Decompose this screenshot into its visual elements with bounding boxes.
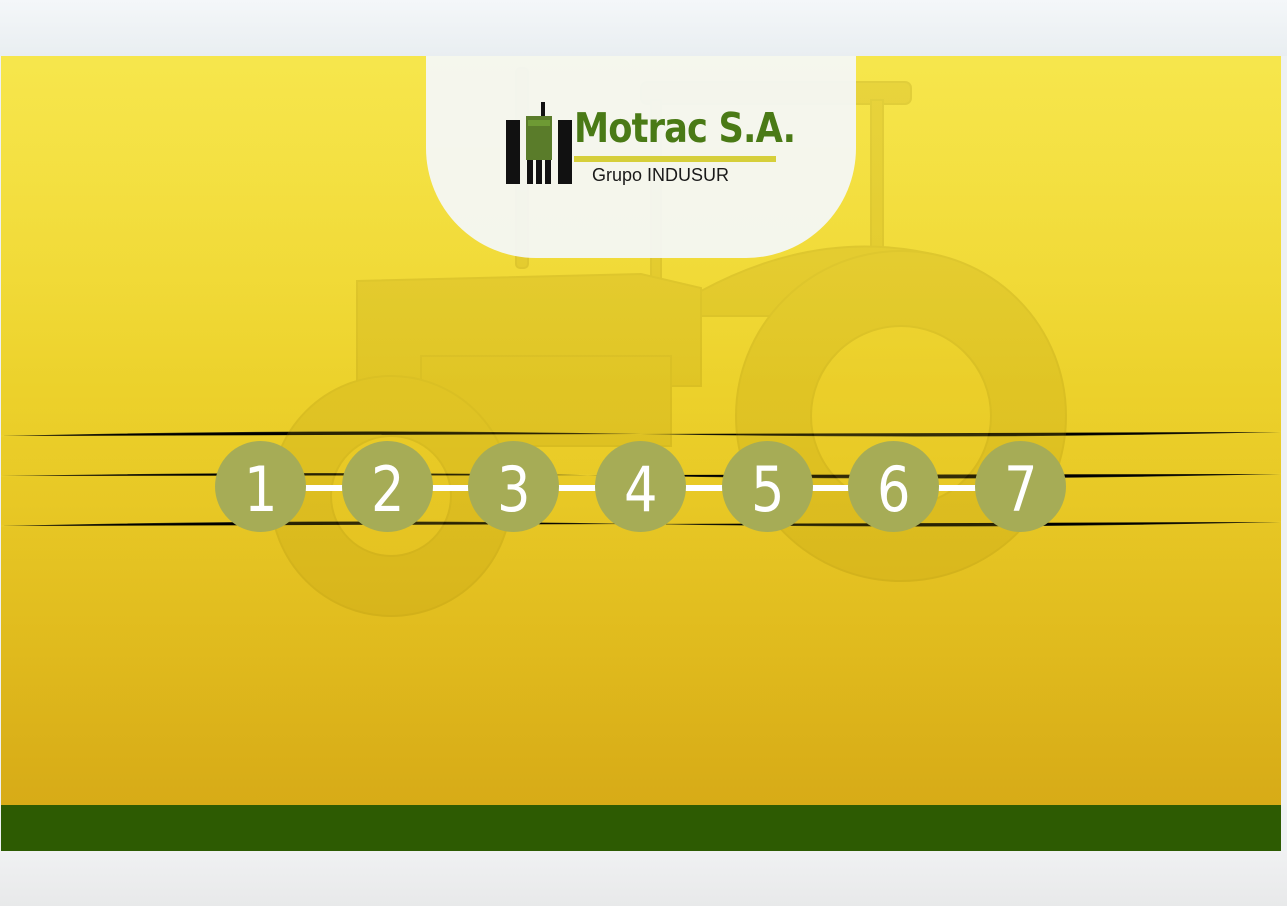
page: Motrac S.A. Grupo INDUSUR 1 2 3 4 5 6 7 (0, 0, 1287, 906)
step-number: 1 (243, 452, 278, 526)
step-number: 6 (876, 452, 911, 526)
step-number: 3 (496, 452, 531, 526)
step-7[interactable]: 7 (975, 441, 1066, 532)
step-number: 4 (623, 452, 658, 526)
step-1[interactable]: 1 (215, 441, 306, 532)
step-2[interactable]: 2 (342, 441, 433, 532)
step-6[interactable]: 6 (848, 441, 939, 532)
step-number: 7 (1003, 452, 1038, 526)
step-number: 5 (750, 452, 785, 526)
step-4[interactable]: 4 (595, 441, 686, 532)
step-progress: 1 2 3 4 5 6 7 (0, 0, 1287, 906)
step-5[interactable]: 5 (722, 441, 813, 532)
step-number: 2 (370, 452, 405, 526)
step-3[interactable]: 3 (468, 441, 559, 532)
